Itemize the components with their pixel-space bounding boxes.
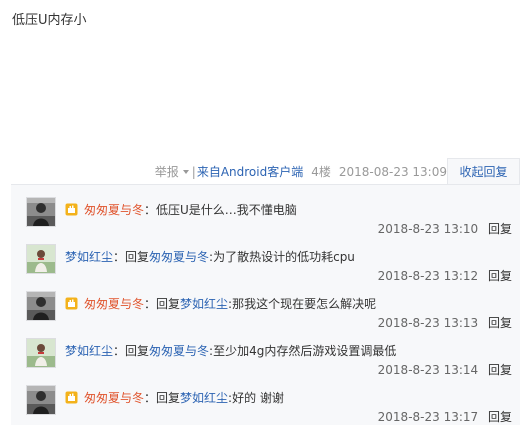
reply-target-username[interactable]: 梦如红尘 <box>180 389 228 406</box>
reply-content: 匆匆夏与冬 ：回复 梦如红尘 :好的 谢谢 <box>65 389 284 406</box>
reply-username[interactable]: 匆匆夏与冬 <box>84 389 144 406</box>
reply-word: ：回复 <box>144 391 181 405</box>
reply-content: 匆匆夏与冬 ：低压U是什么…我不懂电脑 <box>65 201 297 218</box>
avatar[interactable] <box>26 385 56 415</box>
gold-hand-badge-icon <box>65 297 78 310</box>
post-meta: 举报 | 来自Android客户端 4楼 2018-08-23 13:09 <box>155 163 447 180</box>
post-date: 2018-08-23 13:09 <box>338 164 447 179</box>
reply-footer: 2018-8-23 13:10 回复 <box>378 220 512 237</box>
reply-username[interactable]: 梦如红尘 <box>65 248 113 265</box>
reply-text: :那我这个现在要怎么解决呢 <box>228 297 377 311</box>
avatar[interactable] <box>26 338 56 368</box>
reply-footer: 2018-8-23 13:12 回复 <box>378 267 512 284</box>
reply-button[interactable]: 回复 <box>488 269 512 283</box>
report-label: 举报 <box>154 165 179 179</box>
floor-number: 4楼 <box>311 165 331 179</box>
avatar[interactable] <box>26 197 56 227</box>
reply-item: 梦如红尘 ：回复 匆匆夏与冬 :为了散热设计的低功耗cpu 2018-8-23 … <box>11 240 520 287</box>
reply-panel: 匆匆夏与冬 ：低压U是什么…我不懂电脑 2018-8-23 13:10 回复 梦… <box>11 184 520 425</box>
reply-content: 梦如红尘 ：回复 匆匆夏与冬 :至少加4g内存然后游戏设置调最低 <box>65 342 396 359</box>
reply-word: ：回复 <box>144 297 181 311</box>
reply-text: :好的 谢谢 <box>228 391 284 405</box>
reply-target-username[interactable]: 匆匆夏与冬 <box>149 248 209 265</box>
reply-word: ：回复 <box>113 250 150 264</box>
reply-button[interactable]: 回复 <box>488 410 512 424</box>
reply-word: ：回复 <box>113 344 150 358</box>
gold-hand-badge-icon <box>65 391 78 404</box>
reply-text: ：低压U是什么…我不懂电脑 <box>144 203 297 217</box>
post-content: 低压U内存小 <box>12 13 87 28</box>
reply-button[interactable]: 回复 <box>488 316 512 330</box>
reply-time: 2018-8-23 13:10 <box>377 222 479 236</box>
reply-item: 匆匆夏与冬 ：回复 梦如红尘 :那我这个现在要怎么解决呢 2018-8-23 1… <box>11 287 520 334</box>
reply-username[interactable]: 匆匆夏与冬 <box>84 201 144 218</box>
reply-username[interactable]: 匆匆夏与冬 <box>84 295 144 312</box>
reply-text: :至少加4g内存然后游戏设置调最低 <box>209 344 397 358</box>
gold-hand-badge-icon <box>65 203 78 216</box>
reply-time: 2018-8-23 13:12 <box>377 269 479 283</box>
reply-target-username[interactable]: 匆匆夏与冬 <box>149 342 209 359</box>
reply-time: 2018-8-23 13:13 <box>377 316 479 330</box>
collapse-replies-button[interactable]: 收起回复 <box>447 158 520 184</box>
client-source[interactable]: 来自Android客户端 <box>197 163 303 180</box>
caret-down-icon <box>182 169 189 174</box>
post-meta-bar: 举报 | 来自Android客户端 4楼 2018-08-23 13:09 收起… <box>0 158 531 184</box>
reply-content: 梦如红尘 ：回复 匆匆夏与冬 :为了散热设计的低功耗cpu <box>65 248 355 265</box>
reply-content: 匆匆夏与冬 ：回复 梦如红尘 :那我这个现在要怎么解决呢 <box>65 295 376 312</box>
reply-item: 梦如红尘 ：回复 匆匆夏与冬 :至少加4g内存然后游戏设置调最低 2018-8-… <box>11 334 520 381</box>
avatar[interactable] <box>26 291 56 321</box>
reply-time: 2018-8-23 13:14 <box>377 363 479 377</box>
reply-item: 匆匆夏与冬 ：低压U是什么…我不懂电脑 2018-8-23 13:10 回复 <box>11 193 520 240</box>
report-link[interactable]: 举报 <box>155 163 189 180</box>
reply-button[interactable]: 回复 <box>488 363 512 377</box>
reply-username[interactable]: 梦如红尘 <box>65 342 113 359</box>
reply-footer: 2018-8-23 13:14 回复 <box>378 361 512 378</box>
reply-item: 匆匆夏与冬 ：回复 梦如红尘 :好的 谢谢 2018-8-23 13:17 回复 <box>11 381 520 428</box>
reply-footer: 2018-8-23 13:17 回复 <box>378 408 512 425</box>
reply-time: 2018-8-23 13:17 <box>377 410 479 424</box>
reply-footer: 2018-8-23 13:13 回复 <box>378 314 512 331</box>
reply-text: :为了散热设计的低功耗cpu <box>209 250 355 264</box>
meta-separator: | <box>191 164 196 179</box>
reply-button[interactable]: 回复 <box>488 222 512 236</box>
avatar[interactable] <box>26 244 56 274</box>
reply-target-username[interactable]: 梦如红尘 <box>180 295 228 312</box>
